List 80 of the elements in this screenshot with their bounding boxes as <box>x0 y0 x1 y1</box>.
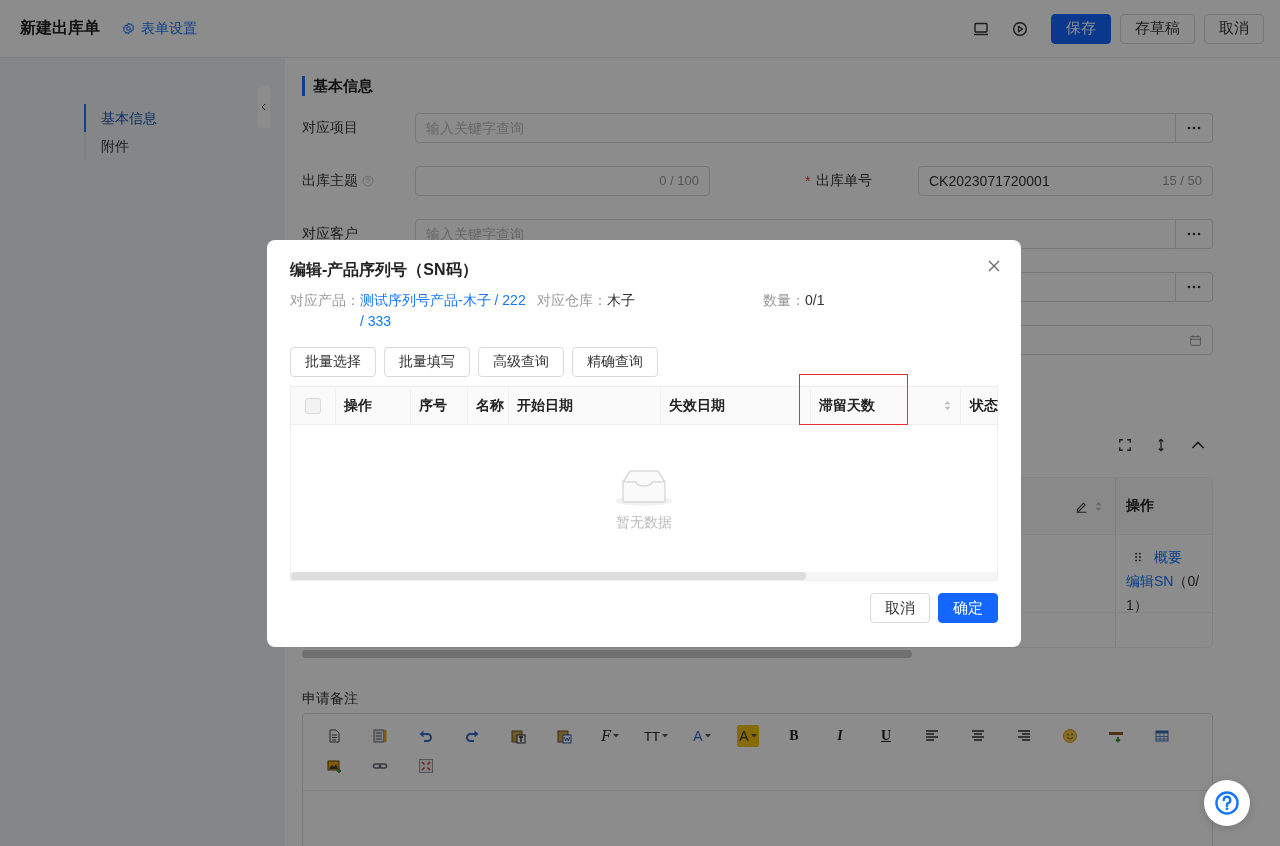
align-center-icon[interactable] <box>970 728 986 744</box>
column-header: 开始日期 <box>517 396 573 415</box>
paste-text-icon[interactable] <box>510 728 526 744</box>
column-header: 失效日期 <box>669 396 725 415</box>
confirm-button[interactable]: 确定 <box>938 593 998 623</box>
rich-text-editor[interactable]: F TT A A B I U <box>302 713 1213 846</box>
font-button[interactable]: F <box>599 725 621 747</box>
caret-icon <box>612 734 619 738</box>
nav-item[interactable]: 附件 <box>84 132 270 160</box>
product-link[interactable]: 测试序列号产品-木子 / 222 / 333 <box>360 290 530 332</box>
char-counter: 0 / 100 <box>659 173 699 189</box>
caret-icon <box>704 734 711 738</box>
help-icon <box>1214 790 1240 816</box>
edit-icon[interactable] <box>1075 499 1088 513</box>
column-header: 序号 <box>419 396 447 415</box>
smiley-icon[interactable] <box>1062 728 1078 744</box>
toolbar-button[interactable]: 高级查询 <box>478 347 564 377</box>
char-counter: 15 / 50 <box>1162 173 1202 189</box>
select-all-checkbox[interactable] <box>305 397 321 414</box>
undo-icon[interactable] <box>418 728 434 744</box>
highlight-color-button[interactable]: A <box>737 725 759 747</box>
preview-icon[interactable] <box>372 728 388 744</box>
collapse-handle[interactable] <box>258 86 270 128</box>
toolbar-button[interactable]: 批量填写 <box>384 347 470 377</box>
header-button[interactable]: 存草稿 <box>1120 13 1195 44</box>
fullscreen-icon[interactable] <box>1118 438 1132 452</box>
toolbar-button[interactable]: 精确查询 <box>572 347 658 377</box>
empty-text: 暂无数据 <box>616 514 672 532</box>
column-header: 名称 <box>476 396 504 415</box>
settings-icon <box>122 22 135 35</box>
chevron-left-icon <box>259 102 269 112</box>
column-header: 操作 <box>1115 478 1212 534</box>
calendar-icon <box>1189 334 1202 347</box>
document-icon[interactable] <box>326 728 342 744</box>
font-size-button[interactable]: TT <box>642 725 670 747</box>
field-label: 出库主题 <box>302 172 358 190</box>
info-value: 0/1 <box>805 291 825 310</box>
redo-icon[interactable] <box>464 728 480 744</box>
caret-icon <box>750 734 757 738</box>
section-title: 基本信息 <box>302 76 1213 96</box>
field-label: 对应客户 <box>302 225 358 243</box>
table-icon[interactable] <box>1154 728 1170 744</box>
form-settings-link[interactable]: 表单设置 <box>122 19 197 38</box>
bold-button[interactable]: B <box>787 725 801 747</box>
edit-sn-link[interactable]: 编辑SN（0/1） <box>1126 569 1202 617</box>
column-header: 滞留天数 <box>819 396 875 415</box>
overview-link[interactable]: 概要 <box>1154 545 1182 569</box>
font-color-button[interactable]: A <box>691 725 713 747</box>
field-label: 申请备注 <box>302 689 359 708</box>
play-icon[interactable] <box>1012 20 1028 37</box>
save-button[interactable]: 保存 <box>1051 13 1111 44</box>
column-header: 状态 <box>970 396 998 415</box>
info-value: 木子 <box>607 291 635 310</box>
caret-icon <box>661 734 668 738</box>
align-left-icon[interactable] <box>924 728 940 744</box>
column-header: 操作 <box>344 396 372 415</box>
fullscreen-icon[interactable] <box>418 758 434 774</box>
drag-handle-icon[interactable] <box>1132 551 1144 563</box>
toolbar-button[interactable]: 批量选择 <box>290 347 376 377</box>
dialog-title: 编辑-产品序列号（SN码） <box>290 260 478 280</box>
monitor-icon[interactable] <box>973 20 989 37</box>
scrollbar-thumb[interactable] <box>302 650 912 658</box>
info-label: 对应产品： <box>290 291 360 310</box>
cancel-button[interactable]: 取消 <box>870 593 930 623</box>
info-label: 数量： <box>763 291 805 310</box>
field-label: 对应项目 <box>302 119 358 137</box>
paste-word-icon[interactable] <box>556 728 572 744</box>
page-title: 新建出库单 <box>20 18 100 38</box>
info-label: 对应仓库： <box>537 291 607 310</box>
italic-button[interactable]: I <box>835 725 845 747</box>
field-label: 出库单号 <box>816 172 873 190</box>
close-button[interactable] <box>986 258 1002 274</box>
close-icon <box>986 258 1002 274</box>
scrollbar-thumb[interactable] <box>291 572 806 580</box>
align-right-icon[interactable] <box>1016 728 1032 744</box>
underline-button[interactable]: U <box>878 725 894 747</box>
header-button[interactable]: 取消 <box>1204 13 1264 44</box>
empty-inbox-icon <box>614 468 674 506</box>
required-mark: * <box>805 173 811 189</box>
image-icon[interactable] <box>326 758 342 774</box>
